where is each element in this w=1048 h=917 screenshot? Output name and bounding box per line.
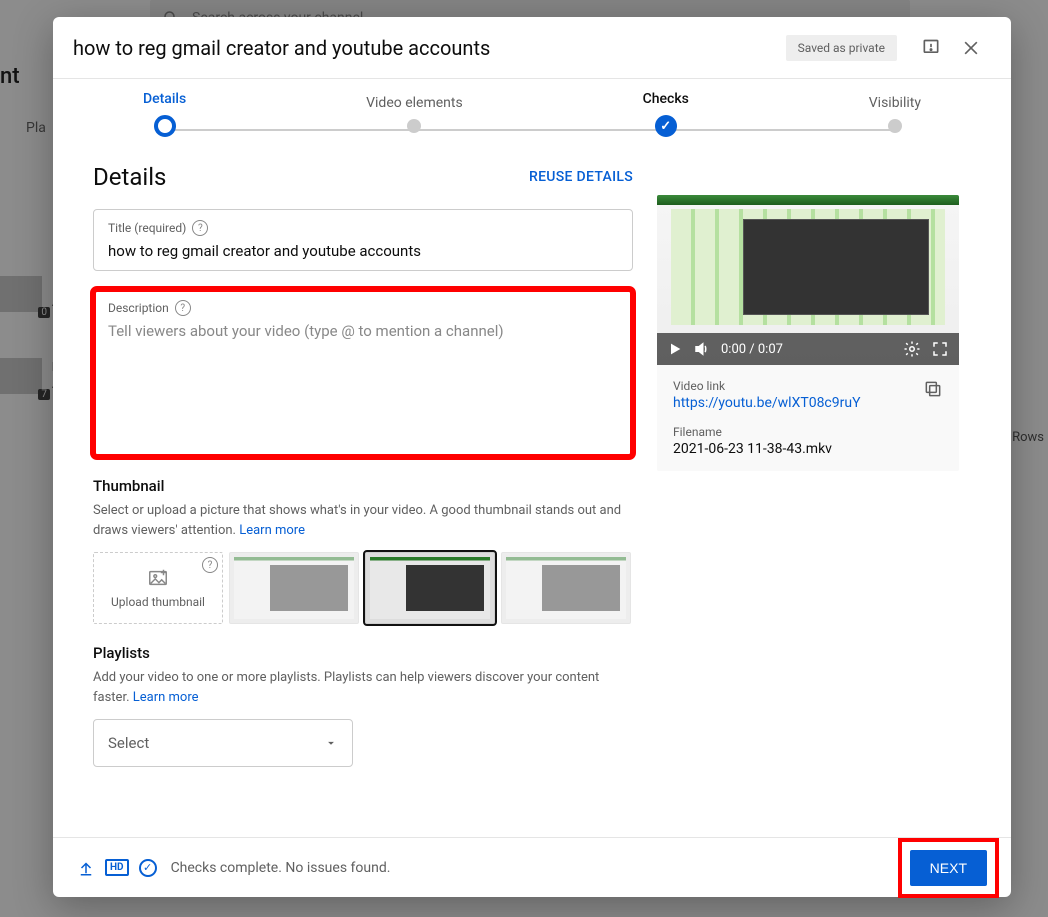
title-field-label: Title (required) ? bbox=[108, 220, 618, 236]
copy-icon[interactable] bbox=[923, 379, 943, 399]
help-icon[interactable]: ? bbox=[202, 557, 218, 573]
thumbnail-option-1[interactable] bbox=[229, 552, 359, 624]
help-icon[interactable]: ? bbox=[192, 220, 208, 236]
thumbnail-option-2[interactable] bbox=[365, 552, 495, 624]
close-icon[interactable] bbox=[951, 28, 991, 68]
thumbnail-heading: Thumbnail bbox=[93, 477, 633, 495]
step-dot-icon bbox=[407, 119, 421, 133]
video-preview-panel: 0:00 / 0:07 Video link https://youtu.be/… bbox=[657, 195, 959, 471]
feedback-icon[interactable] bbox=[911, 28, 951, 68]
step-checks[interactable]: Checks bbox=[643, 91, 689, 137]
upload-arrow-icon bbox=[77, 859, 95, 877]
description-field[interactable]: Description ? bbox=[93, 289, 633, 457]
step-dot-icon bbox=[655, 115, 677, 137]
stepper-line bbox=[173, 129, 891, 131]
playlist-select[interactable]: Select bbox=[93, 719, 353, 767]
step-details[interactable]: Details bbox=[143, 91, 186, 137]
thumbnail-option-3[interactable] bbox=[501, 552, 631, 624]
play-icon[interactable] bbox=[667, 341, 683, 357]
video-link-label: Video link bbox=[673, 379, 943, 393]
next-button-highlight: NEXT bbox=[898, 838, 999, 898]
playlists-desc: Add your video to one or more playlists.… bbox=[93, 668, 633, 707]
fullscreen-icon[interactable] bbox=[931, 340, 949, 358]
dialog-footer: HD ✓ Checks complete. No issues found. N… bbox=[53, 837, 1011, 897]
check-circle-icon: ✓ bbox=[139, 859, 157, 877]
upload-thumbnail-button[interactable]: ? Upload thumbnail bbox=[93, 552, 223, 624]
saved-status-badge: Saved as private bbox=[786, 35, 897, 61]
image-add-icon bbox=[147, 567, 169, 589]
volume-icon[interactable] bbox=[693, 340, 711, 358]
playlists-section: Playlists Add your video to one or more … bbox=[93, 644, 633, 767]
description-input[interactable] bbox=[108, 322, 618, 442]
dialog-header: how to reg gmail creator and youtube acc… bbox=[53, 17, 1011, 79]
filename-value: 2021-06-23 11-38-43.mkv bbox=[673, 441, 943, 457]
step-dot-icon bbox=[154, 115, 176, 137]
step-dot-icon bbox=[888, 119, 902, 133]
upload-dialog: how to reg gmail creator and youtube acc… bbox=[53, 17, 1011, 897]
video-player[interactable]: 0:00 / 0:07 bbox=[657, 195, 959, 365]
learn-more-link[interactable]: Learn more bbox=[133, 690, 199, 705]
video-link[interactable]: https://youtu.be/wlXT08c9ruY bbox=[673, 395, 943, 411]
reuse-details-button[interactable]: REUSE DETAILS bbox=[529, 169, 633, 185]
thumbnail-section: Thumbnail Select or upload a picture tha… bbox=[93, 477, 633, 624]
step-video-elements[interactable]: Video elements bbox=[366, 95, 463, 133]
video-controls: 0:00 / 0:07 bbox=[657, 333, 959, 365]
stepper: Details Video elements Checks Visibility bbox=[53, 79, 1011, 149]
chevron-down-icon bbox=[324, 736, 338, 750]
hd-badge: HD bbox=[105, 859, 129, 876]
title-field[interactable]: Title (required) ? bbox=[93, 209, 633, 271]
description-field-label: Description ? bbox=[108, 300, 618, 316]
filename-label: Filename bbox=[673, 425, 943, 439]
dialog-content: Details REUSE DETAILS Title (required) ?… bbox=[53, 149, 1011, 837]
settings-icon[interactable] bbox=[903, 340, 921, 358]
footer-status-text: Checks complete. No issues found. bbox=[171, 860, 884, 876]
learn-more-link[interactable]: Learn more bbox=[239, 523, 305, 538]
section-heading-details: Details bbox=[93, 163, 166, 191]
thumbnail-desc: Select or upload a picture that shows wh… bbox=[93, 501, 633, 540]
next-button[interactable]: NEXT bbox=[910, 850, 987, 886]
dialog-title: how to reg gmail creator and youtube acc… bbox=[73, 36, 786, 60]
title-input[interactable] bbox=[108, 242, 618, 260]
help-icon[interactable]: ? bbox=[175, 300, 191, 316]
playlists-heading: Playlists bbox=[93, 644, 633, 662]
step-visibility[interactable]: Visibility bbox=[869, 95, 921, 133]
video-time: 0:00 / 0:07 bbox=[721, 342, 783, 357]
